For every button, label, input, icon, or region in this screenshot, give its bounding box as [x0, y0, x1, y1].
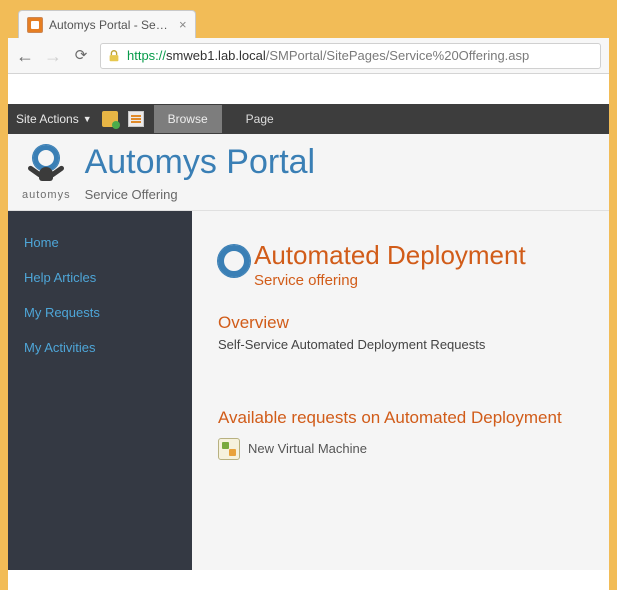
site-actions-menu[interactable]: Site Actions ▼: [16, 112, 92, 126]
site-actions-label: Site Actions: [16, 112, 79, 126]
request-label: New Virtual Machine: [248, 441, 367, 456]
sidebar-item-my-activities[interactable]: My Activities: [8, 330, 192, 365]
navigate-up-icon[interactable]: [102, 111, 118, 127]
url-text: https://smweb1.lab.local/SMPortal/SitePa…: [127, 48, 529, 63]
sidebar-item-help-articles[interactable]: Help Articles: [8, 260, 192, 295]
page-subtitle: Service offering: [254, 272, 526, 289]
available-requests-heading: Available requests on Automated Deployme…: [218, 408, 609, 428]
site-logo[interactable]: automys: [22, 145, 71, 201]
edit-page-icon[interactable]: [128, 111, 144, 127]
tab-page[interactable]: Page: [232, 105, 288, 133]
request-item[interactable]: New Virtual Machine: [218, 438, 609, 460]
gear-icon: [218, 245, 250, 277]
back-button[interactable]: ←: [16, 47, 34, 65]
browser-tab[interactable]: Automys Portal - Service O ×: [18, 10, 196, 38]
overview-text: Self-Service Automated Deployment Reques…: [218, 337, 609, 352]
site-title[interactable]: Automys Portal: [85, 144, 316, 181]
favicon-icon: [27, 17, 43, 33]
sidebar-item-home[interactable]: Home: [8, 225, 192, 260]
overview-heading: Overview: [218, 313, 609, 333]
address-bar: ← → ⟳ https://smweb1.lab.local/SMPortal/…: [8, 38, 609, 74]
reload-button[interactable]: ⟳: [72, 48, 90, 63]
automys-logo-icon: [25, 145, 67, 187]
url-input[interactable]: https://smweb1.lab.local/SMPortal/SitePa…: [100, 43, 601, 69]
sharepoint-ribbon: Site Actions ▼ Browse Page: [8, 104, 609, 134]
browser-tabbar: Automys Portal - Service O ×: [8, 8, 609, 38]
lock-warning-icon: [107, 49, 121, 63]
page-title: Automated Deployment: [254, 241, 526, 270]
close-icon[interactable]: ×: [179, 17, 187, 32]
main-content: Automated Deployment Service offering Ov…: [192, 211, 609, 570]
chevron-down-icon: ▼: [83, 114, 92, 124]
tab-browse[interactable]: Browse: [154, 105, 222, 133]
forward-button: →: [44, 47, 62, 65]
logo-text: automys: [22, 189, 71, 201]
sidebar-item-my-requests[interactable]: My Requests: [8, 295, 192, 330]
sidebar-nav: Home Help Articles My Requests My Activi…: [8, 211, 192, 570]
tab-title: Automys Portal - Service O: [49, 18, 169, 32]
breadcrumb[interactable]: Service Offering: [85, 187, 316, 202]
vm-icon: [218, 438, 240, 460]
site-banner: automys Automys Portal Service Offering: [8, 134, 609, 211]
